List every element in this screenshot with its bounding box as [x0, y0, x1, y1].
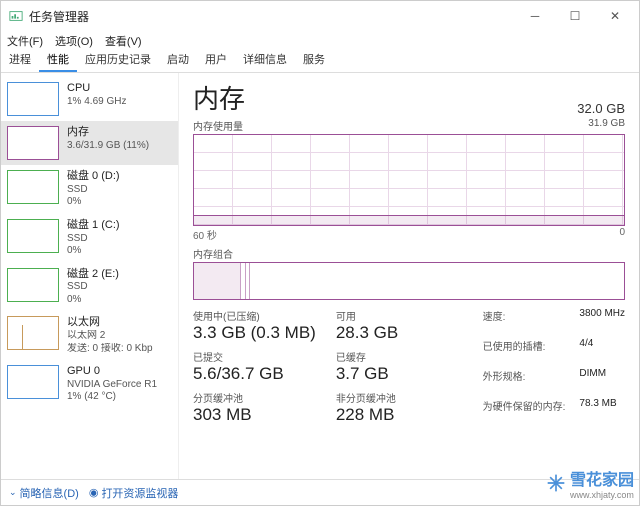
stat-paged: 分页缓冲池 303 MB [193, 390, 316, 425]
sidebar-item-sub2: 1% (42 °C) [67, 391, 157, 404]
sidebar-item-disk-1[interactable]: 磁盘 1 (C:) SSD 0% [1, 214, 178, 263]
tab-app-history[interactable]: 应用历史记录 [77, 48, 159, 72]
memory-total: 32.0 GB [577, 101, 625, 116]
sidebar-item-sub: 1% 4.69 GHz [67, 96, 126, 109]
main-panel: 内存 32.0 GB 内存使用量 31.9 GB 60 秒 0 内存组合 [179, 73, 639, 479]
sidebar-item-sub: 3.6/31.9 GB (11%) [67, 140, 149, 153]
gpu-thumb [7, 365, 59, 399]
tab-startup[interactable]: 启动 [159, 48, 197, 72]
page-title: 内存 [193, 79, 245, 116]
titlebar[interactable]: 任务管理器 ─ ☐ ✕ [1, 1, 639, 31]
tab-services[interactable]: 服务 [295, 48, 333, 72]
sidebar-item-gpu-0[interactable]: GPU 0 NVIDIA GeForce R1 1% (42 °C) [1, 360, 178, 409]
ethernet-thumb [7, 316, 59, 350]
maximize-button[interactable]: ☐ [555, 2, 595, 30]
sidebar-item-label: 磁盘 0 (D:) [67, 170, 120, 184]
tab-details[interactable]: 详细信息 [235, 48, 295, 72]
tab-users[interactable]: 用户 [197, 48, 235, 72]
menu-options[interactable]: 选项(O) [55, 33, 93, 49]
sidebar-item-sub2: 发送: 0 接收: 0 Kbp [67, 343, 153, 356]
body: CPU 1% 4.69 GHz 内存 3.6/31.9 GB (11%) 磁盘 … [1, 73, 639, 479]
memory-composition-bar [193, 262, 625, 300]
sidebar-item-label: 磁盘 1 (C:) [67, 219, 120, 233]
brief-info-toggle[interactable]: ⌄ 简略信息(D) [9, 485, 79, 501]
chevron-down-icon: ⌄ [9, 487, 17, 498]
tabstrip: 进程 性能 应用历史记录 启动 用户 详细信息 服务 [1, 51, 639, 73]
sidebar-item-sub2: 0% [67, 196, 120, 209]
stat-committed: 已提交 5.6/36.7 GB [193, 349, 316, 384]
sidebar-item-sub2: 0% [67, 294, 119, 307]
sidebar-item-sub2: 0% [67, 245, 120, 258]
stat-available: 可用 28.3 GB [336, 308, 398, 343]
axis-left: 60 秒 [193, 227, 217, 242]
specs: 速度:3800 MHz 已使用的插槽:4/4 外形规格:DIMM 为硬件保留的内… [483, 308, 625, 425]
tab-processes[interactable]: 进程 [1, 48, 39, 72]
memory-thumb [7, 126, 59, 160]
resmon-icon: ◉ [89, 486, 99, 499]
menu-file[interactable]: 文件(F) [7, 33, 43, 49]
sidebar-item-label: GPU 0 [67, 365, 157, 379]
sidebar-item-ethernet[interactable]: 以太网 以太网 2 发送: 0 接收: 0 Kbp [1, 311, 178, 360]
sidebar-item-label: 磁盘 2 (E:) [67, 268, 119, 282]
sidebar-item-memory[interactable]: 内存 3.6/31.9 GB (11%) [1, 121, 178, 165]
sidebar-item-sub: NVIDIA GeForce R1 [67, 379, 157, 392]
minimize-button[interactable]: ─ [515, 2, 555, 30]
sidebar-item-disk-2[interactable]: 磁盘 2 (E:) SSD 0% [1, 263, 178, 312]
sidebar-item-label: 以太网 [67, 316, 153, 330]
disk-thumb [7, 170, 59, 204]
stat-cached: 已缓存 3.7 GB [336, 349, 398, 384]
stats: 使用中(已压缩) 3.3 GB (0.3 MB) 可用 28.3 GB 已提交 … [193, 308, 625, 425]
stat-nonpaged: 非分页缓冲池 228 MB [336, 390, 398, 425]
open-resource-monitor[interactable]: ◉ 打开资源监视器 [89, 485, 179, 501]
footer: ⌄ 简略信息(D) ◉ 打开资源监视器 [1, 479, 639, 505]
app-icon [9, 9, 23, 23]
sidebar-item-sub: 以太网 2 [67, 330, 153, 343]
sidebar-item-disk-0[interactable]: 磁盘 0 (D:) SSD 0% [1, 165, 178, 214]
chart-max: 31.9 GB [588, 118, 625, 133]
sidebar-item-label: 内存 [67, 126, 149, 140]
close-button[interactable]: ✕ [595, 2, 635, 30]
sidebar-item-label: CPU [67, 82, 126, 96]
window-title: 任务管理器 [29, 8, 515, 25]
sidebar-item-sub: SSD [67, 184, 120, 197]
sidebar-item-sub: SSD [67, 281, 119, 294]
task-manager-window: 任务管理器 ─ ☐ ✕ 文件(F) 选项(O) 查看(V) 进程 性能 应用历史… [0, 0, 640, 506]
chart-label: 内存使用量 [193, 118, 243, 133]
stat-in-use: 使用中(已压缩) 3.3 GB (0.3 MB) [193, 308, 316, 343]
cpu-thumb [7, 82, 59, 116]
memory-usage-chart [193, 134, 625, 226]
composition-label: 内存组合 [193, 246, 625, 261]
sidebar: CPU 1% 4.69 GHz 内存 3.6/31.9 GB (11%) 磁盘 … [1, 73, 179, 479]
sidebar-item-cpu[interactable]: CPU 1% 4.69 GHz [1, 77, 178, 121]
tab-performance[interactable]: 性能 [39, 48, 77, 72]
menu-view[interactable]: 查看(V) [105, 33, 142, 49]
disk-thumb [7, 268, 59, 302]
disk-thumb [7, 219, 59, 253]
sidebar-item-sub: SSD [67, 233, 120, 246]
axis-right: 0 [619, 227, 625, 242]
